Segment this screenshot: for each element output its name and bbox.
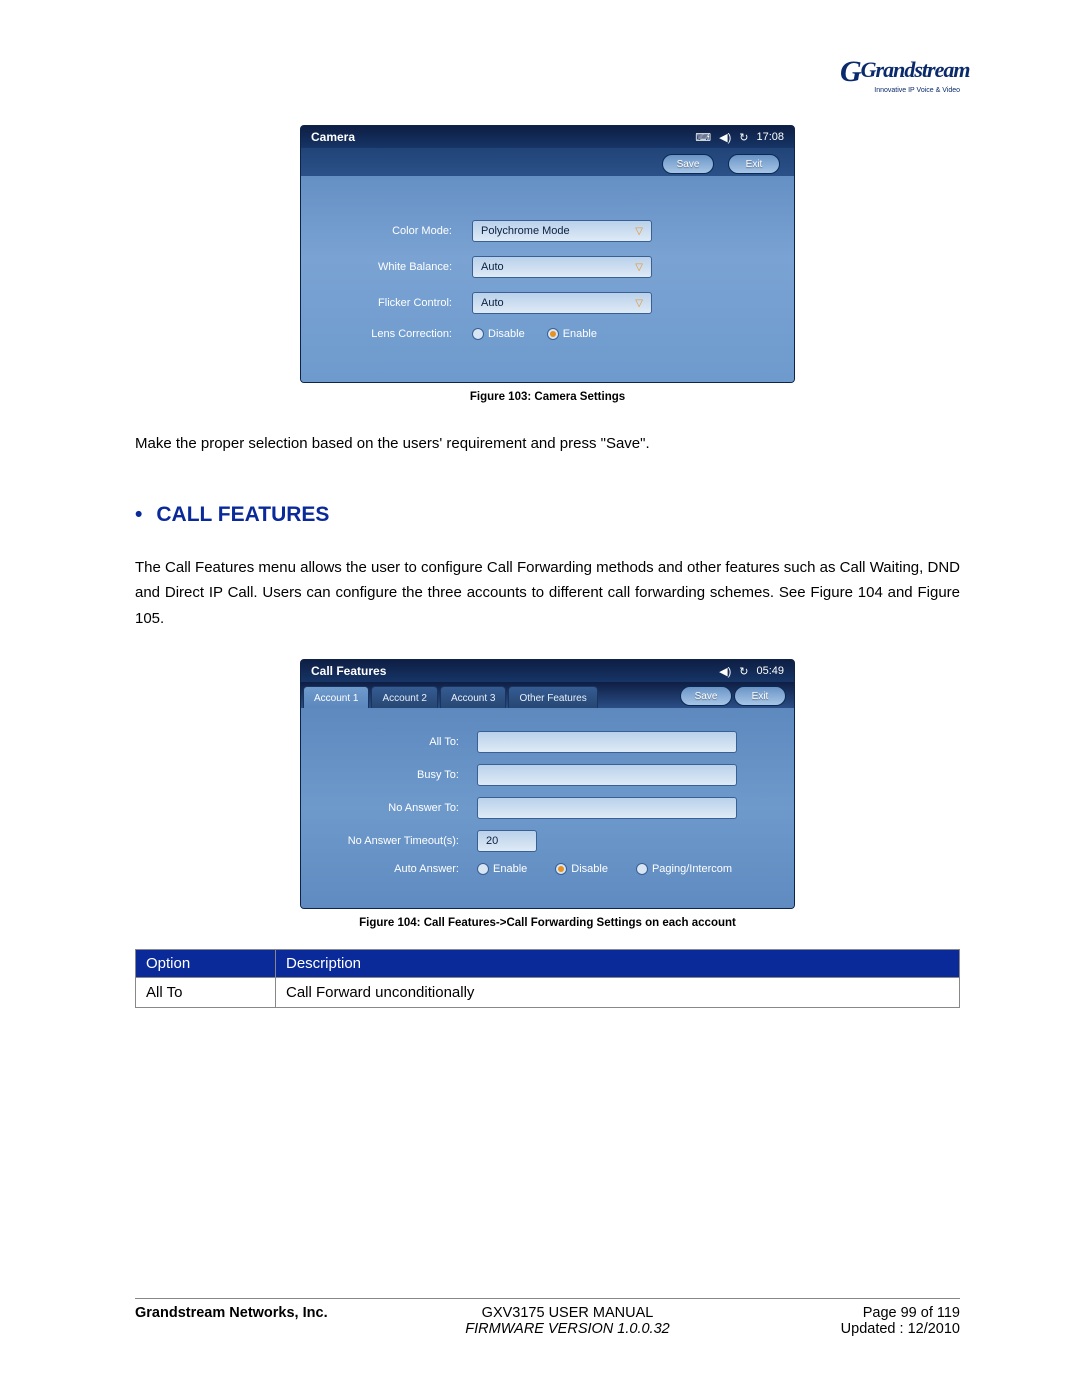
save-button[interactable]: Save <box>662 154 714 174</box>
chevron-down-icon: ▽ <box>635 298 643 309</box>
callfeatures-body: All To: Busy To: No Answer To: No Answer… <box>301 708 794 908</box>
lens-label: Lens Correction: <box>317 328 472 340</box>
radio-icon <box>472 328 484 340</box>
page-footer: Grandstream Networks, Inc. GXV3175 USER … <box>135 1298 960 1337</box>
color-mode-select[interactable]: Polychrome Mode ▽ <box>472 220 652 242</box>
disable-label: Disable <box>571 863 608 875</box>
options-table: Option Description All To Call Forward u… <box>135 949 960 1008</box>
radio-icon <box>477 863 489 875</box>
paragraph-2: The Call Features menu allows the user t… <box>135 555 960 632</box>
volume-icon: ◀) <box>719 131 731 144</box>
white-balance-value: Auto <box>481 261 504 273</box>
refresh-icon: ↻ <box>739 665 748 678</box>
refresh-icon: ↻ <box>739 131 748 144</box>
exit-button[interactable]: Exit <box>728 154 780 174</box>
camera-body: Color Mode: Polychrome Mode ▽ White Bala… <box>301 176 794 382</box>
color-mode-value: Polychrome Mode <box>481 225 570 237</box>
td-option: All To <box>136 978 276 1008</box>
auto-answer-label: Auto Answer: <box>317 863 477 875</box>
auto-answer-enable-radio[interactable]: Enable <box>477 863 527 875</box>
lens-disable-radio[interactable]: Disable <box>472 328 525 340</box>
enable-label: Enable <box>493 863 527 875</box>
paragraph-1: Make the proper selection based on the u… <box>135 431 960 457</box>
chevron-down-icon: ▽ <box>635 262 643 273</box>
footer-company: Grandstream Networks, Inc. <box>135 1305 375 1337</box>
footer-page: Page 99 of 119 <box>760 1305 960 1321</box>
tab-other-features[interactable]: Other Features <box>508 686 597 708</box>
footer-updated: Updated : 12/2010 <box>760 1321 960 1337</box>
logo-brand-text: Grandstream <box>861 57 970 82</box>
figure-104-caption: Figure 104: Call Features->Call Forwardi… <box>135 917 960 929</box>
status-bar: ⌨ ◀) ↻ 17:08 <box>695 131 784 144</box>
timeout-label: No Answer Timeout(s): <box>317 835 477 847</box>
busy-to-label: Busy To: <box>317 769 477 781</box>
figure-103-screenshot: Camera ⌨ ◀) ↻ 17:08 Save Exit Color Mode… <box>300 125 795 383</box>
camera-title: Camera <box>311 130 355 144</box>
tab-account-1[interactable]: Account 1 <box>303 686 369 708</box>
flicker-select[interactable]: Auto ▽ <box>472 292 652 314</box>
account-tabs: Account 1 Account 2 Account 3 Other Feat… <box>301 682 794 708</box>
figure-103-caption: Figure 103: Camera Settings <box>135 391 960 403</box>
th-description: Description <box>276 950 960 978</box>
lens-enable-label: Enable <box>563 328 597 340</box>
timeout-input[interactable]: 20 <box>477 830 537 852</box>
clock-text: 17:08 <box>756 131 784 143</box>
flicker-label: Flicker Control: <box>317 297 472 309</box>
footer-firmware: FIRMWARE VERSION 1.0.0.32 <box>375 1321 760 1337</box>
white-balance-label: White Balance: <box>317 261 472 273</box>
lens-disable-label: Disable <box>488 328 525 340</box>
table-row: All To Call Forward unconditionally <box>136 978 960 1008</box>
white-balance-select[interactable]: Auto ▽ <box>472 256 652 278</box>
radio-icon <box>547 328 559 340</box>
color-mode-label: Color Mode: <box>317 225 472 237</box>
camera-toolbar: Save Exit <box>301 148 794 176</box>
footer-title: GXV3175 USER MANUAL <box>375 1305 760 1321</box>
tab-account-2[interactable]: Account 2 <box>371 686 437 708</box>
busy-to-input[interactable] <box>477 764 737 786</box>
th-option: Option <box>136 950 276 978</box>
brand-logo: GGrandstream Innovative IP Voice & Video <box>840 55 960 115</box>
paging-label: Paging/Intercom <box>652 863 732 875</box>
no-answer-to-input[interactable] <box>477 797 737 819</box>
camera-titlebar: Camera ⌨ ◀) ↻ 17:08 <box>301 126 794 148</box>
figure-104-screenshot: Call Features ◀) ↻ 05:49 Account 1 Accou… <box>300 659 795 909</box>
clock-text: 05:49 <box>756 665 784 677</box>
save-button[interactable]: Save <box>680 686 732 706</box>
td-description: Call Forward unconditionally <box>276 978 960 1008</box>
radio-icon <box>555 863 567 875</box>
callfeatures-titlebar: Call Features ◀) ↻ 05:49 <box>301 660 794 682</box>
all-to-input[interactable] <box>477 731 737 753</box>
tab-account-3[interactable]: Account 3 <box>440 686 506 708</box>
call-features-heading: CALL FEATURES <box>135 503 960 527</box>
exit-button[interactable]: Exit <box>734 686 786 706</box>
auto-answer-paging-radio[interactable]: Paging/Intercom <box>636 863 732 875</box>
volume-icon: ◀) <box>719 665 731 678</box>
auto-answer-disable-radio[interactable]: Disable <box>555 863 608 875</box>
flicker-value: Auto <box>481 297 504 309</box>
all-to-label: All To: <box>317 736 477 748</box>
lens-enable-radio[interactable]: Enable <box>547 328 597 340</box>
keyboard-icon: ⌨ <box>695 131 711 144</box>
logo-tagline: Innovative IP Voice & Video <box>840 87 960 94</box>
status-bar: ◀) ↻ 05:49 <box>719 665 784 678</box>
no-answer-to-label: No Answer To: <box>317 802 477 814</box>
callfeatures-title: Call Features <box>311 664 386 678</box>
chevron-down-icon: ▽ <box>635 226 643 237</box>
radio-icon <box>636 863 648 875</box>
